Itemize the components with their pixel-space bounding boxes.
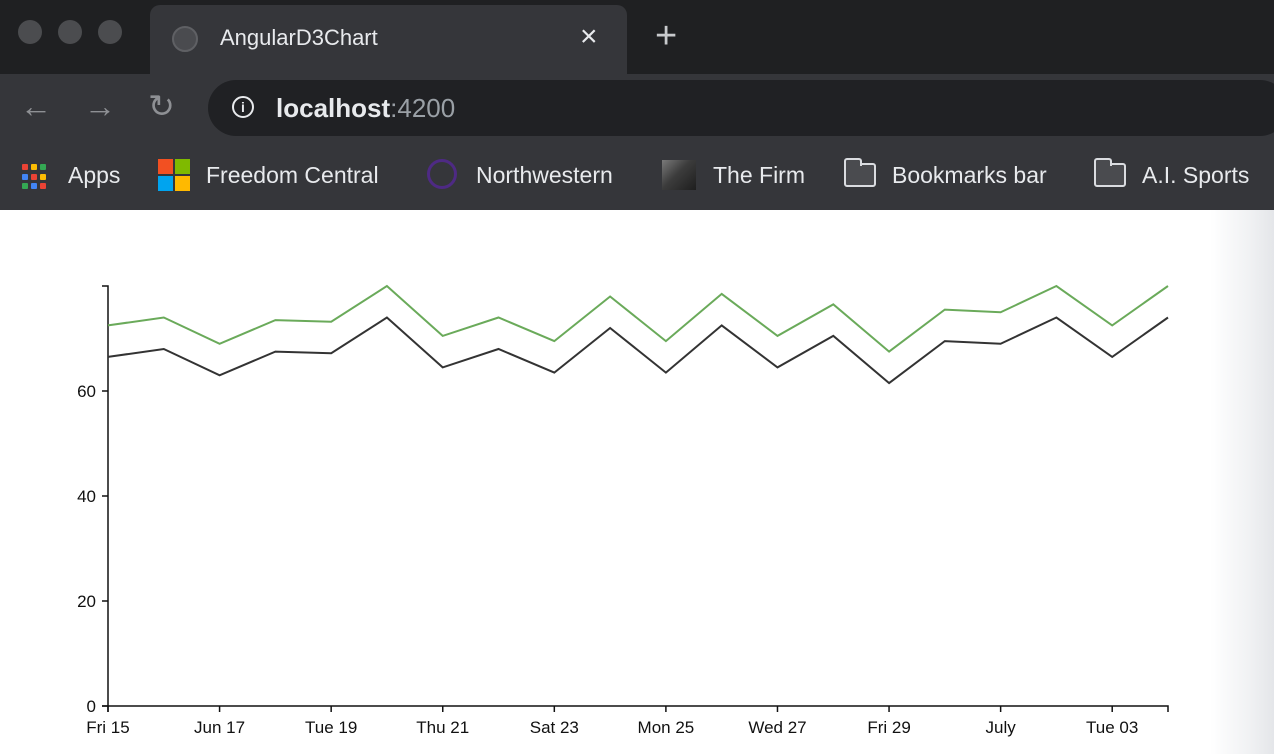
folder-icon xyxy=(1094,158,1126,187)
url-port: :4200 xyxy=(390,93,456,123)
forward-arrow-icon[interactable]: → xyxy=(84,86,116,126)
reload-icon[interactable]: ↻ xyxy=(148,86,175,126)
tab-title: AngularD3Chart xyxy=(220,25,378,50)
minimize-window-button[interactable] xyxy=(58,20,82,44)
browser-chrome: AngularD3Chart × + ← → ↻ i localhost:420… xyxy=(0,0,1274,210)
url-host: localhost xyxy=(276,93,391,123)
url-text[interactable]: localhost:4200 xyxy=(276,93,455,124)
x-tick-label: Mon 25 xyxy=(638,718,695,737)
bookmark-label: The Firm xyxy=(713,162,805,188)
y-tick-label: 0 xyxy=(87,697,96,716)
address-bar[interactable]: i localhost:4200 xyxy=(208,80,1274,136)
bookmark-label: Apps xyxy=(68,162,121,188)
x-tick-label: Fri 29 xyxy=(867,718,910,737)
photo-thumbnail-icon xyxy=(662,160,696,190)
x-tick-label: July xyxy=(986,718,1017,737)
bookmark-apps[interactable]: Apps xyxy=(0,158,140,192)
microsoft-logo-icon xyxy=(158,159,190,191)
y-tick-label: 40 xyxy=(77,487,96,506)
maximize-window-button[interactable] xyxy=(98,20,122,44)
tab-strip: AngularD3Chart × + xyxy=(0,0,1274,74)
x-tick-label: Thu 21 xyxy=(416,718,469,737)
bookmark-the-firm[interactable]: The Firm xyxy=(655,158,835,192)
x-tick-label: Tue 03 xyxy=(1086,718,1138,737)
bookmarks-bar: Apps Freedom Central Northwestern The Fi… xyxy=(0,142,1274,210)
bookmark-label: A.I. Sports xyxy=(1142,162,1250,188)
bookmark-folder-bookmarks-bar[interactable]: Bookmarks bar xyxy=(838,158,1078,192)
new-tab-button[interactable]: + xyxy=(655,14,677,58)
folder-icon xyxy=(844,158,876,187)
bookmark-label: Northwestern xyxy=(476,162,613,188)
globe-icon xyxy=(172,26,198,52)
series-line-2 xyxy=(107,316,1169,385)
x-tick-label: Jun 17 xyxy=(194,718,245,737)
bookmark-label: Bookmarks bar xyxy=(892,162,1047,188)
line-chart: 0 20 40 60 Fri 15 Jun 17 Tue 19 Thu 21 Sat 23 Mon… xyxy=(77,284,1169,737)
apps-grid-icon xyxy=(22,164,48,190)
y-tick-label: 60 xyxy=(77,382,96,401)
bookmark-freedom-central[interactable]: Freedom Central xyxy=(150,158,410,192)
bookmark-folder-ai-sports[interactable]: A.I. Sports xyxy=(1088,158,1274,192)
northwestern-logo-icon xyxy=(427,159,457,189)
series-line-1 xyxy=(107,284,1169,353)
bookmark-northwestern[interactable]: Northwestern xyxy=(420,158,650,192)
x-tick-label: Tue 19 xyxy=(305,718,357,737)
close-window-button[interactable] xyxy=(18,20,42,44)
back-arrow-icon[interactable]: ← xyxy=(20,86,52,126)
site-info-icon[interactable]: i xyxy=(232,96,254,118)
close-tab-icon[interactable]: × xyxy=(580,19,598,55)
browser-toolbar: ← → ↻ i localhost:4200 xyxy=(0,74,1274,142)
x-tick-label: Wed 27 xyxy=(748,718,806,737)
x-axis-line xyxy=(107,705,1169,712)
x-tick-label: Sat 23 xyxy=(530,718,579,737)
y-tick-label: 20 xyxy=(77,592,96,611)
page-edge-shadow xyxy=(1210,210,1274,754)
bookmark-label: Freedom Central xyxy=(206,162,379,188)
tab-angulard3chart[interactable]: AngularD3Chart × xyxy=(150,5,627,74)
x-tick-label: Fri 15 xyxy=(86,718,129,737)
